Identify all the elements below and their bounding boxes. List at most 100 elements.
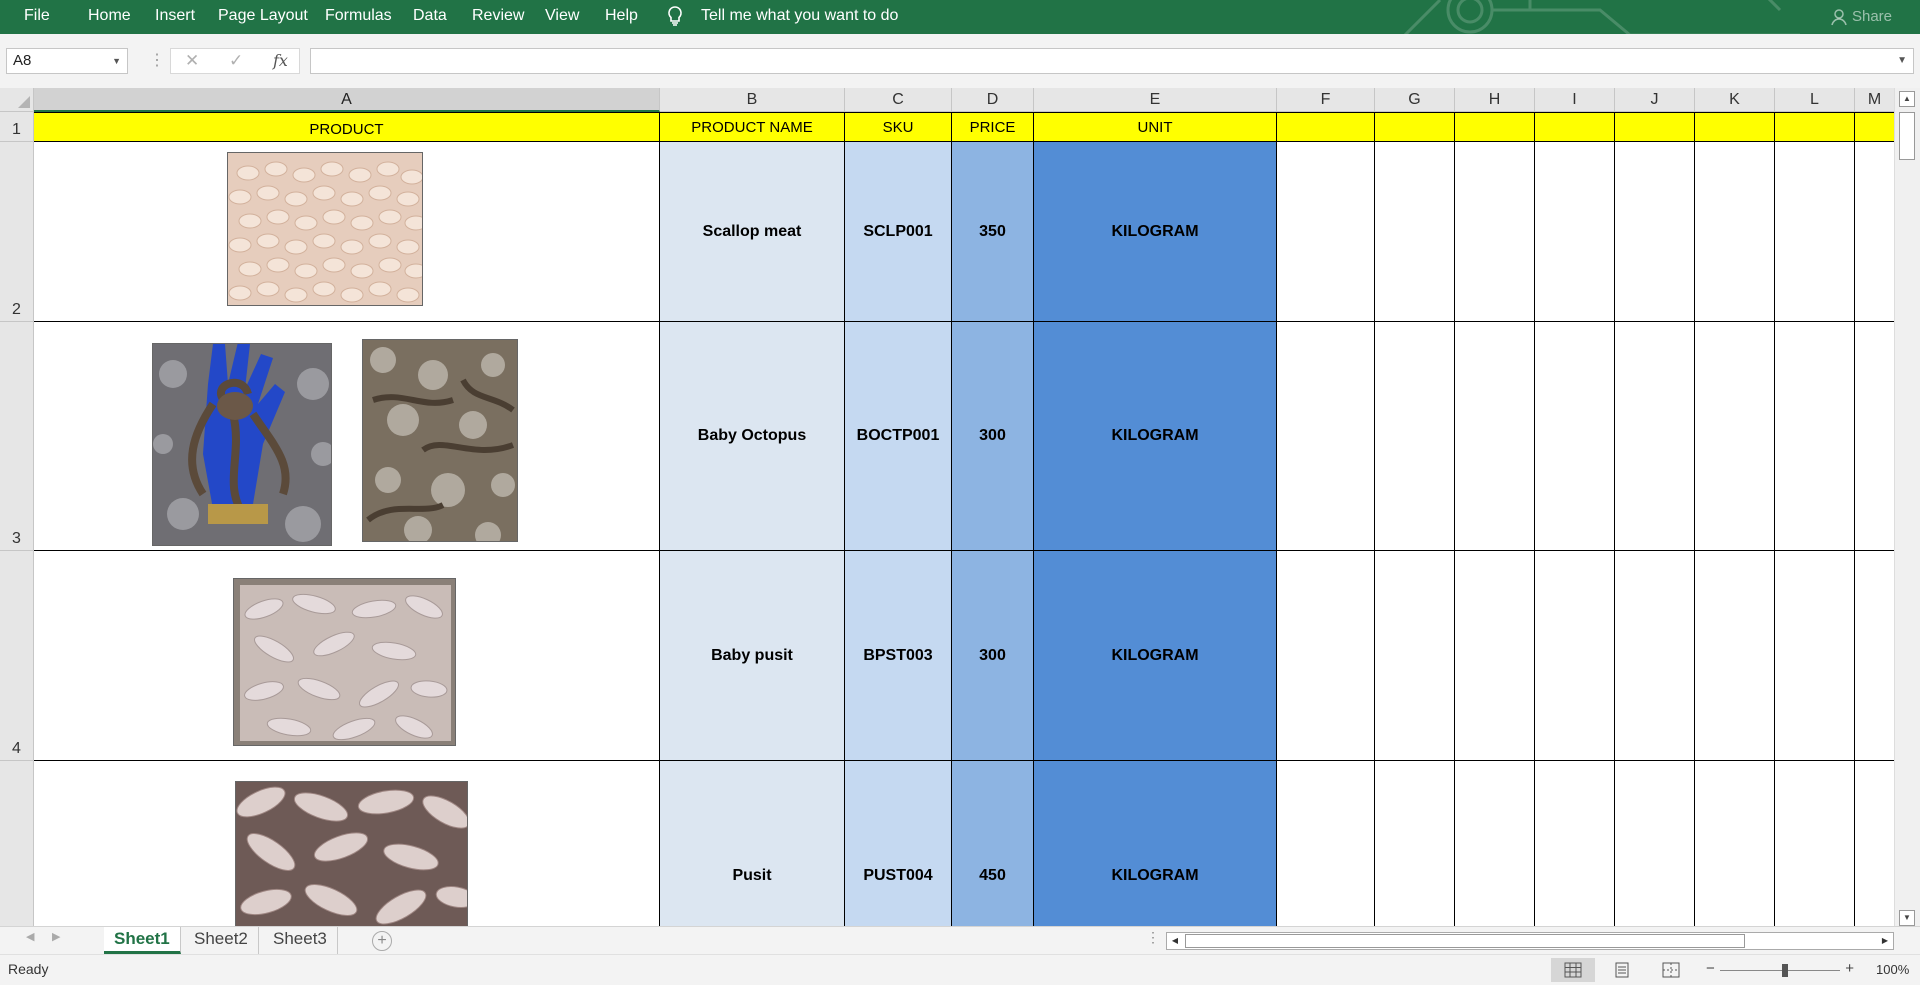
column-header-j[interactable]: J xyxy=(1615,88,1695,112)
cell-l3[interactable] xyxy=(1775,322,1855,551)
cell-b3[interactable]: Baby Octopus xyxy=(660,322,845,551)
column-header-e[interactable]: E xyxy=(1034,88,1277,112)
cell-k4[interactable] xyxy=(1695,551,1775,761)
cell-k2[interactable] xyxy=(1695,142,1775,322)
cell-g5[interactable] xyxy=(1375,761,1455,928)
cell-g2[interactable] xyxy=(1375,142,1455,322)
vertical-scrollbar[interactable]: ▲ ▼ xyxy=(1894,88,1920,928)
pusit-image[interactable] xyxy=(235,781,468,928)
cell-e5[interactable]: KILOGRAM xyxy=(1034,761,1277,928)
cell-j4[interactable] xyxy=(1615,551,1695,761)
cell-e2[interactable]: KILOGRAM xyxy=(1034,142,1277,322)
cell-g3[interactable] xyxy=(1375,322,1455,551)
horizontal-scroll-thumb[interactable] xyxy=(1185,934,1745,948)
column-header-i[interactable]: I xyxy=(1535,88,1615,112)
baby-octopus-pile-image[interactable] xyxy=(362,339,518,542)
cell-m1[interactable] xyxy=(1855,112,1895,142)
cell-a1[interactable]: PRODUCT xyxy=(34,112,660,142)
menu-insert[interactable]: Insert xyxy=(155,0,195,34)
cell-d5[interactable]: 450 xyxy=(952,761,1034,928)
cell-f4[interactable] xyxy=(1277,551,1375,761)
cell-l5[interactable] xyxy=(1775,761,1855,928)
cell-d1[interactable]: PRICE xyxy=(952,112,1034,142)
formula-input[interactable]: ▼ xyxy=(310,48,1914,74)
cell-c3[interactable]: BOCTP001 xyxy=(845,322,952,551)
column-header-l[interactable]: L xyxy=(1775,88,1855,112)
cell-l4[interactable] xyxy=(1775,551,1855,761)
column-header-c[interactable]: C xyxy=(845,88,952,112)
column-header-h[interactable]: H xyxy=(1455,88,1535,112)
baby-octopus-glove-image[interactable] xyxy=(152,343,332,546)
enter-icon[interactable]: ✓ xyxy=(229,49,243,73)
scroll-down-icon[interactable]: ▼ xyxy=(1899,910,1915,926)
cell-b2[interactable]: Scallop meat xyxy=(660,142,845,322)
cancel-icon[interactable]: ✕ xyxy=(185,49,199,73)
cell-h1[interactable] xyxy=(1455,112,1535,142)
tab-sheet2[interactable]: Sheet2 xyxy=(184,927,259,954)
select-all-button[interactable] xyxy=(0,88,34,112)
normal-view-icon[interactable] xyxy=(1551,958,1595,982)
menu-page-layout[interactable]: Page Layout xyxy=(218,0,308,34)
cell-h2[interactable] xyxy=(1455,142,1535,322)
cell-m5[interactable] xyxy=(1855,761,1895,928)
cell-h3[interactable] xyxy=(1455,322,1535,551)
cell-c2[interactable]: SCLP001 xyxy=(845,142,952,322)
scroll-right-icon[interactable]: ▶ xyxy=(1877,933,1893,949)
insert-function-icon[interactable]: fx xyxy=(273,49,288,73)
cell-b5[interactable]: Pusit xyxy=(660,761,845,928)
zoom-out-icon[interactable]: − xyxy=(1706,960,1715,977)
page-layout-view-icon[interactable] xyxy=(1600,958,1644,982)
zoom-in-icon[interactable]: + xyxy=(1845,960,1854,977)
column-header-d[interactable]: D xyxy=(952,88,1034,112)
cell-d3[interactable]: 300 xyxy=(952,322,1034,551)
lightbulb-icon[interactable] xyxy=(666,0,684,34)
column-header-k[interactable]: K xyxy=(1695,88,1775,112)
cell-k5[interactable] xyxy=(1695,761,1775,928)
cell-i4[interactable] xyxy=(1535,551,1615,761)
row-header-2[interactable]: 2 xyxy=(0,142,34,322)
menu-home[interactable]: Home xyxy=(88,0,131,34)
row-header-1[interactable]: 1 xyxy=(0,112,34,142)
drag-handle-icon[interactable]: ⋮ xyxy=(149,50,165,70)
cell-i2[interactable] xyxy=(1535,142,1615,322)
cell-j1[interactable] xyxy=(1615,112,1695,142)
cell-h5[interactable] xyxy=(1455,761,1535,928)
cell-m2[interactable] xyxy=(1855,142,1895,322)
horizontal-scrollbar[interactable]: ◀ ▶ xyxy=(1166,932,1894,950)
zoom-knob[interactable] xyxy=(1782,964,1788,977)
cell-l1[interactable] xyxy=(1775,112,1855,142)
vertical-scroll-thumb[interactable] xyxy=(1899,112,1915,160)
cell-d2[interactable]: 350 xyxy=(952,142,1034,322)
cell-f2[interactable] xyxy=(1277,142,1375,322)
cell-b4[interactable]: Baby pusit xyxy=(660,551,845,761)
cell-g4[interactable] xyxy=(1375,551,1455,761)
cell-e1[interactable]: UNIT xyxy=(1034,112,1277,142)
scroll-up-icon[interactable]: ▲ xyxy=(1899,91,1915,107)
cell-j2[interactable] xyxy=(1615,142,1695,322)
scallop-meat-image[interactable] xyxy=(227,152,423,306)
add-sheet-icon[interactable]: + xyxy=(372,931,392,951)
cell-h4[interactable] xyxy=(1455,551,1535,761)
expand-formula-icon[interactable]: ▼ xyxy=(1897,55,1907,66)
column-header-a[interactable]: A xyxy=(34,88,660,112)
cell-c5[interactable]: PUST004 xyxy=(845,761,952,928)
cell-m4[interactable] xyxy=(1855,551,1895,761)
menu-review[interactable]: Review xyxy=(472,0,524,34)
cell-m3[interactable] xyxy=(1855,322,1895,551)
zoom-level[interactable]: 100% xyxy=(1876,962,1909,977)
cell-e4[interactable]: KILOGRAM xyxy=(1034,551,1277,761)
column-header-m[interactable]: M xyxy=(1855,88,1895,112)
cell-g1[interactable] xyxy=(1375,112,1455,142)
tab-sheet1[interactable]: Sheet1 xyxy=(104,927,181,954)
cell-j5[interactable] xyxy=(1615,761,1695,928)
row-header-3[interactable]: 3 xyxy=(0,322,34,551)
scroll-left-icon[interactable]: ◀ xyxy=(1167,933,1183,949)
cell-f1[interactable] xyxy=(1277,112,1375,142)
cell-b1[interactable]: PRODUCT NAME xyxy=(660,112,845,142)
tab-splitter-icon[interactable]: ⋮ xyxy=(1146,929,1160,946)
zoom-slider[interactable]: − + xyxy=(1706,960,1854,979)
worksheet-grid[interactable]: A B C D E F G H I J K L M 1 2 3 4 PRODUC… xyxy=(0,88,1920,928)
cell-k3[interactable] xyxy=(1695,322,1775,551)
menu-file[interactable]: File xyxy=(24,0,50,34)
cell-c1[interactable]: SKU xyxy=(845,112,952,142)
